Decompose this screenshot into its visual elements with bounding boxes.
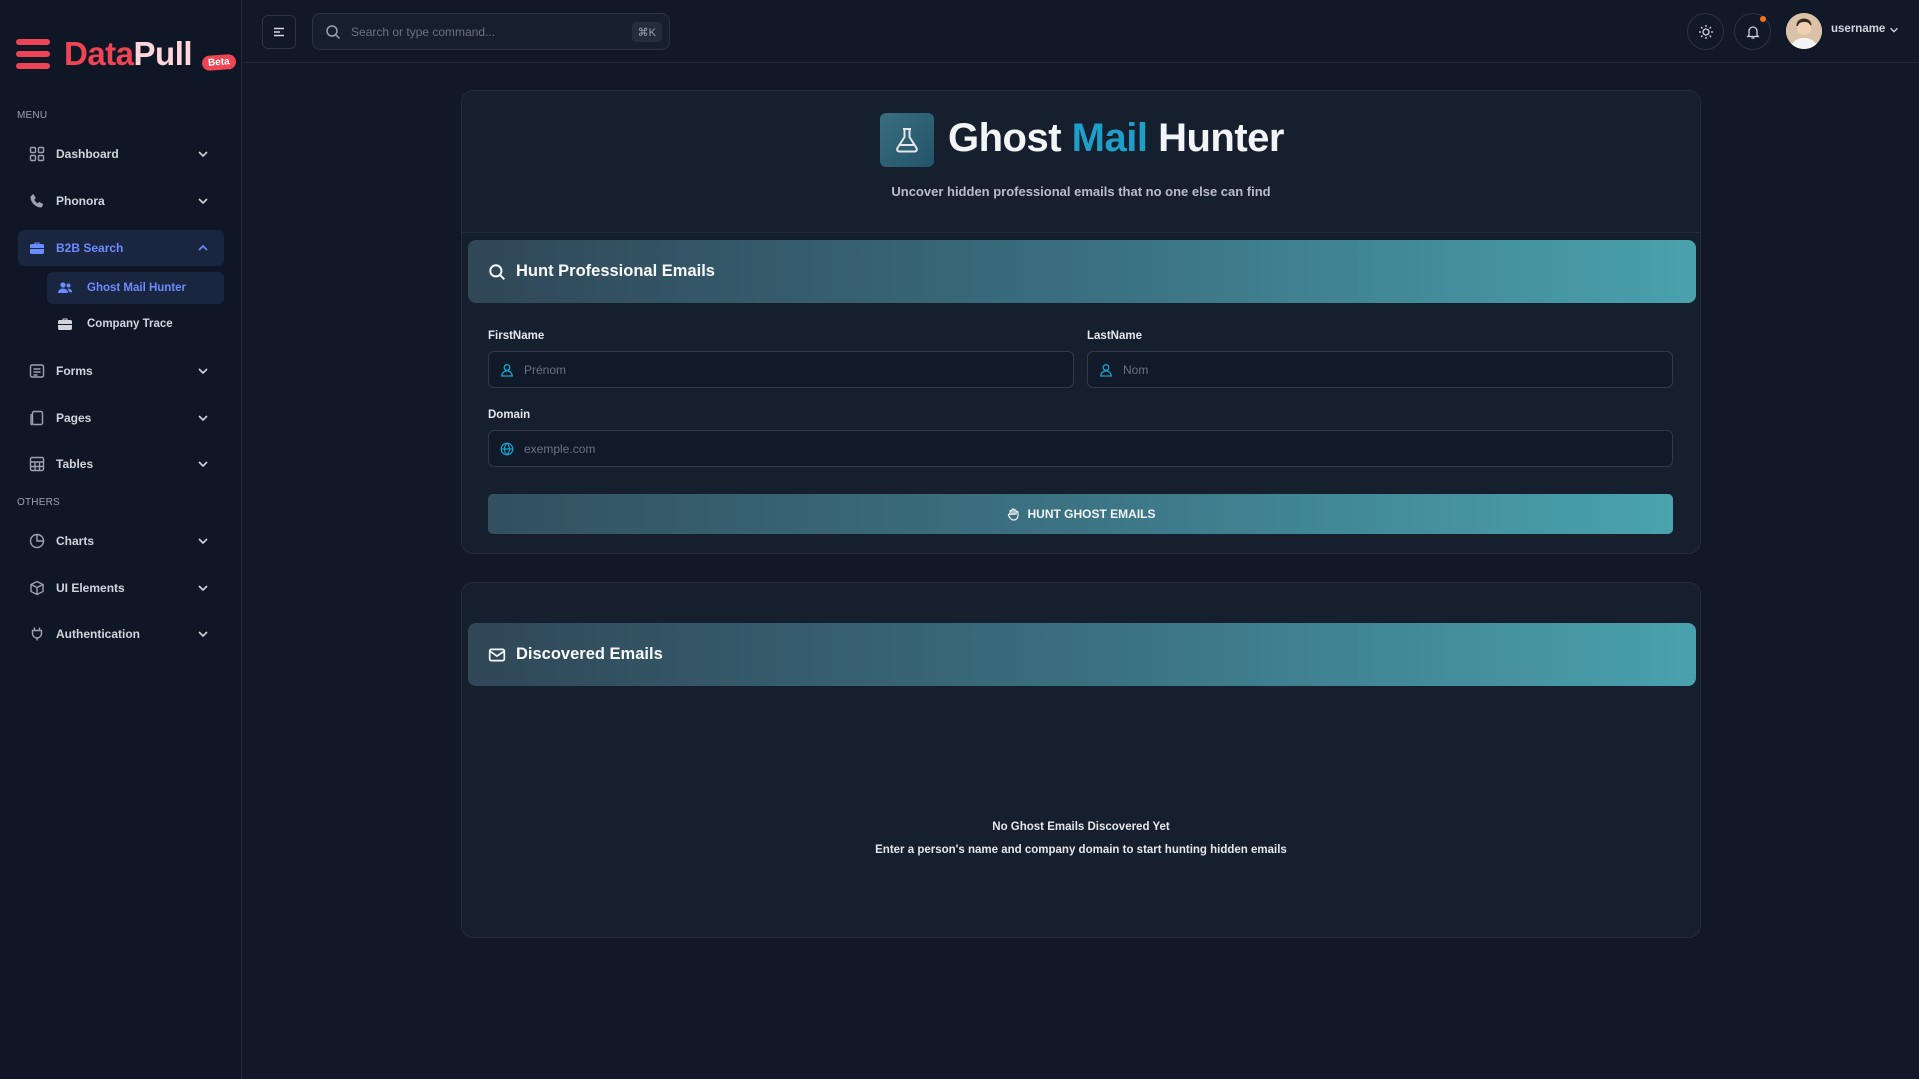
chevron-down-icon [198,585,208,592]
firstname-input[interactable] [524,362,1040,377]
flask-icon [880,113,934,167]
lastname-input[interactable] [1123,362,1639,377]
sidebar-item-label: Dashboard [56,147,119,161]
grid-icon [28,145,46,163]
sidebar-toggle-button[interactable] [262,15,296,49]
chevron-down-icon [198,368,208,375]
sidebar-item-forms[interactable]: Forms [18,353,224,389]
mail-icon [488,648,506,661]
firstname-label: FirstName [488,330,545,342]
shortcut-badge: ⌘K [631,22,662,42]
box-icon [28,579,46,597]
sidebar-item-pages[interactable]: Pages [18,400,224,436]
table-icon [28,455,46,473]
theme-toggle-button[interactable] [1687,13,1724,50]
search-box[interactable]: ⌘K [312,13,670,50]
search-input[interactable] [351,24,611,39]
others-heading: OTHERS [17,497,60,508]
page-title: Ghost Mail Hunter [948,116,1284,161]
section-title: Hunt Professional Emails [516,262,715,280]
search-icon [489,263,505,280]
title-part2: Hunter [1147,116,1284,160]
sidebar-item-label: UI Elements [56,581,125,595]
lastname-label: LastName [1087,330,1142,342]
domain-input[interactable] [524,441,1579,456]
domain-field[interactable] [488,430,1673,467]
firstname-field[interactable] [488,351,1074,388]
username-label[interactable]: username [1831,23,1885,35]
user-icon [501,363,513,377]
sidebar-item-dashboard[interactable]: Dashboard [18,136,224,172]
brand-name: DataPull [64,35,193,73]
sidebar-item-authentication[interactable]: Authentication [18,616,224,652]
sidebar: DataPull Beta MENU Dashboard Phonora B2B… [0,0,242,1079]
hunt-card: Ghost Mail Hunter Uncover hidden profess… [461,90,1701,554]
align-left-icon [274,27,284,37]
chevron-down-icon [198,461,208,468]
chevron-down-icon [198,538,208,545]
sidebar-item-label: Pages [56,411,92,425]
top-header: ⌘K username [243,0,1919,63]
chevron-down-icon [198,151,208,158]
sidebar-item-b2b-search[interactable]: B2B Search [18,230,224,266]
bell-icon [1745,25,1760,39]
page-subtitle: Uncover hidden professional emails that … [891,184,1271,199]
hunt-button-label: HUNT GHOST EMAILS [1027,507,1156,521]
sidebar-item-label: B2B Search [56,241,124,255]
hunt-ghost-emails-button[interactable]: HUNT GHOST EMAILS [488,494,1673,534]
empty-state-subtitle: Enter a person's name and company domain… [875,844,1287,856]
results-section-header: Discovered Emails [468,623,1696,686]
domain-label: Domain [488,409,531,421]
sidebar-item-label: Phonora [56,194,105,208]
results-card: Discovered Emails No Ghost Emails Discov… [461,582,1701,938]
hero: Ghost Mail Hunter Uncover hidden profess… [462,91,1700,233]
briefcase-icon [57,316,73,332]
menu-heading: MENU [17,110,48,121]
menu-icon [16,37,50,71]
user-icon [1100,363,1112,377]
brand-name-part1: Data [64,35,134,72]
sidebar-item-label: Tables [56,457,94,471]
pie-chart-icon [28,532,46,550]
chevron-down-icon [198,631,208,638]
sidebar-subitem-label: Ghost Mail Hunter [87,282,187,294]
lastname-field[interactable] [1087,351,1673,388]
sidebar-item-label: Authentication [56,627,140,641]
sidebar-subitem-ghost-mail-hunter[interactable]: Ghost Mail Hunter [47,272,224,304]
beta-badge: Beta [201,53,237,72]
sun-icon [1698,24,1713,39]
sidebar-item-phonora[interactable]: Phonora [18,183,224,219]
chevron-down-icon [198,415,208,422]
globe-icon [500,441,514,456]
title-part1: Ghost [948,116,1072,160]
sidebar-item-charts[interactable]: Charts [18,523,224,559]
search-icon [326,24,341,39]
chevron-down-icon [198,198,208,205]
chevron-down-icon[interactable] [1888,24,1900,36]
form-icon [28,362,46,380]
sidebar-item-ui-elements[interactable]: UI Elements [18,570,224,606]
pages-icon [28,409,46,427]
hand-icon [1007,508,1019,521]
sidebar-item-label: Charts [56,534,95,548]
avatar[interactable] [1786,13,1822,49]
empty-state-title: No Ghost Emails Discovered Yet [992,821,1170,833]
sidebar-item-label: Forms [56,364,93,378]
hunt-section-header: Hunt Professional Emails [468,240,1696,303]
chevron-up-icon [198,244,208,251]
users-icon [57,280,73,296]
brand-logo[interactable]: DataPull Beta [16,34,237,74]
user-avatar-icon [1786,13,1822,49]
notification-dot [1760,16,1766,22]
sidebar-subitem-label: Company Trace [87,318,173,330]
sidebar-item-tables[interactable]: Tables [18,446,224,482]
title-accent: Mail [1071,116,1148,160]
brand-name-part2: Pull [133,35,193,72]
phone-icon [28,192,46,210]
section-title: Discovered Emails [516,645,663,663]
plug-icon [28,625,46,643]
notifications-button[interactable] [1734,13,1771,50]
sidebar-subitem-company-trace[interactable]: Company Trace [47,308,224,340]
briefcase-icon [28,239,46,257]
